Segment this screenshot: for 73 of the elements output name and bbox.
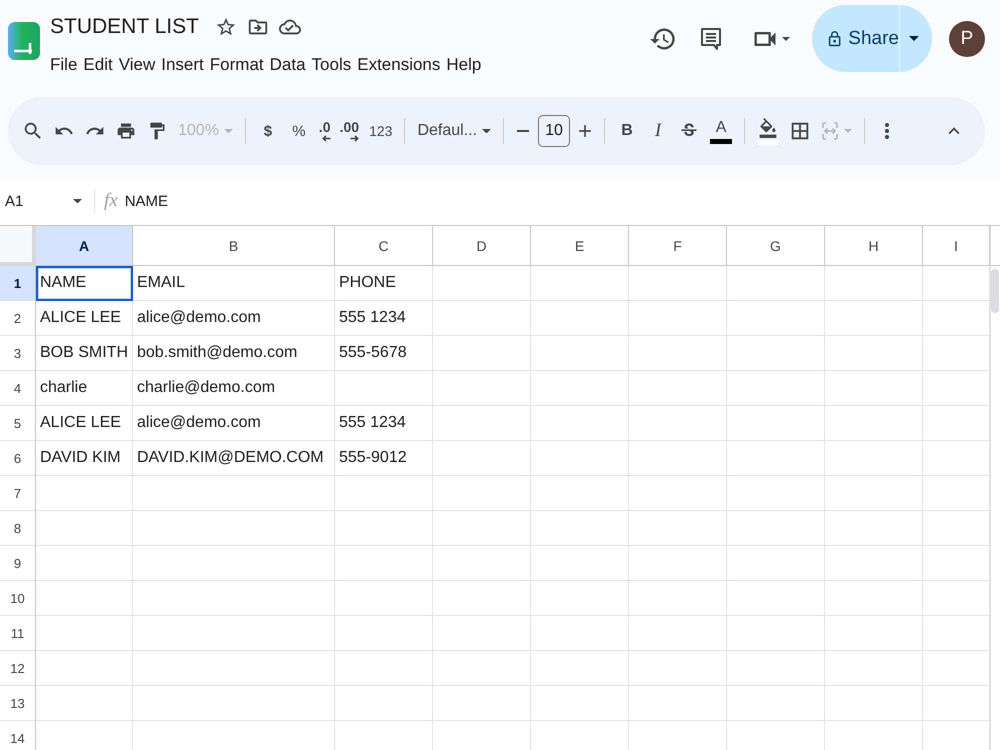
column-header[interactable]: G [727, 226, 825, 266]
column-header[interactable]: D [433, 226, 531, 266]
increase-decimal-button[interactable]: .00 [338, 116, 362, 146]
spreadsheet-icon[interactable] [8, 22, 40, 60]
paint-bucket-icon [758, 118, 778, 138]
merge-cells-icon [821, 122, 840, 140]
table-cell-text: alice@demo.com [136, 308, 262, 328]
font-select[interactable]: Defaul... [414, 116, 494, 146]
table-cell-text: 555-9012 [338, 448, 408, 468]
table-cell-text: DAVID KIM [39, 448, 122, 468]
decrease-decimal-button[interactable]: .0 [316, 116, 333, 146]
table-cell-text: 555 1234 [338, 308, 407, 328]
column-header[interactable]: I [923, 226, 990, 266]
scrollbar-thumb[interactable] [991, 269, 999, 313]
menu-item[interactable]: View [116, 53, 158, 77]
more-vertical-icon [885, 123, 890, 139]
font-size-field[interactable]: 10 [538, 115, 570, 147]
printer-icon [116, 121, 136, 141]
table-cell-text: PHONE [338, 273, 397, 293]
column-header[interactable]: C [335, 226, 433, 266]
caret-icon [73, 198, 82, 204]
minus-icon [517, 130, 530, 132]
caret-icon [782, 36, 790, 40]
arrow-right-icon [350, 135, 360, 142]
table-cell-text: charlie@demo.com [136, 378, 276, 398]
column-header[interactable]: A [36, 226, 133, 266]
table-cell-text: bob.smith@demo.com [136, 343, 298, 363]
lock-icon [826, 28, 844, 48]
table-cell-text: BOB SMITH [39, 343, 130, 363]
column-header[interactable]: H [825, 226, 923, 266]
star-icon [214, 16, 237, 38]
share-button[interactable]: Share [812, 5, 899, 72]
color-swatch-icon [757, 140, 780, 144]
bold-button[interactable]: B [614, 116, 640, 146]
comment-icon [700, 26, 722, 50]
column-header[interactable]: E [531, 226, 629, 266]
currency-button[interactable]: $ [254, 116, 281, 146]
caret-icon [844, 129, 852, 133]
table-cell-text: charlie [39, 378, 88, 398]
row-header[interactable]: 1 [0, 266, 36, 301]
column-header[interactable]: F [629, 226, 727, 266]
menu-item[interactable]: Extensions [354, 53, 444, 77]
table-cell: NAME [36, 266, 133, 301]
color-swatch-icon [710, 138, 732, 144]
table-cell-text: ALICE LEE [39, 308, 122, 328]
fx-label: fx [104, 190, 118, 212]
caret-icon [224, 128, 233, 134]
italic-button[interactable]: I [645, 116, 672, 146]
percent-button[interactable]: % [286, 116, 312, 146]
menu-item[interactable]: Tools [308, 53, 354, 77]
menu-item[interactable]: Insert [158, 53, 207, 77]
menu-item[interactable]: Data [266, 53, 309, 77]
borders-icon [789, 120, 812, 142]
formula-field[interactable]: NAME [124, 185, 990, 217]
document-title[interactable]: STUDENT LIST [50, 15, 199, 39]
caret-icon [909, 36, 919, 41]
number-format-button[interactable]: 123 [366, 116, 396, 146]
menu-item[interactable]: File [47, 53, 80, 77]
text-color-button[interactable]: A [707, 114, 736, 148]
table-cell-text: DAVID.KIM@DEMO.COM [136, 448, 325, 468]
name-box[interactable]: A1 [0, 185, 90, 217]
menu-item[interactable]: Format [206, 53, 267, 77]
column-header[interactable]: B [133, 226, 335, 266]
account-avatar[interactable]: P [949, 20, 985, 56]
table-cell-text: alice@demo.com [136, 413, 262, 433]
menu-item[interactable]: Edit [80, 53, 116, 77]
table-cell-text: 555-5678 [338, 343, 408, 363]
menu-item[interactable]: Help [443, 53, 484, 77]
table-cell-text: 555 1234 [338, 413, 407, 433]
table-cell-text: ALICE LEE [39, 413, 122, 433]
table-cell-text: EMAIL [136, 273, 186, 293]
caret-icon [482, 128, 492, 134]
arrow-left-icon [322, 135, 331, 142]
